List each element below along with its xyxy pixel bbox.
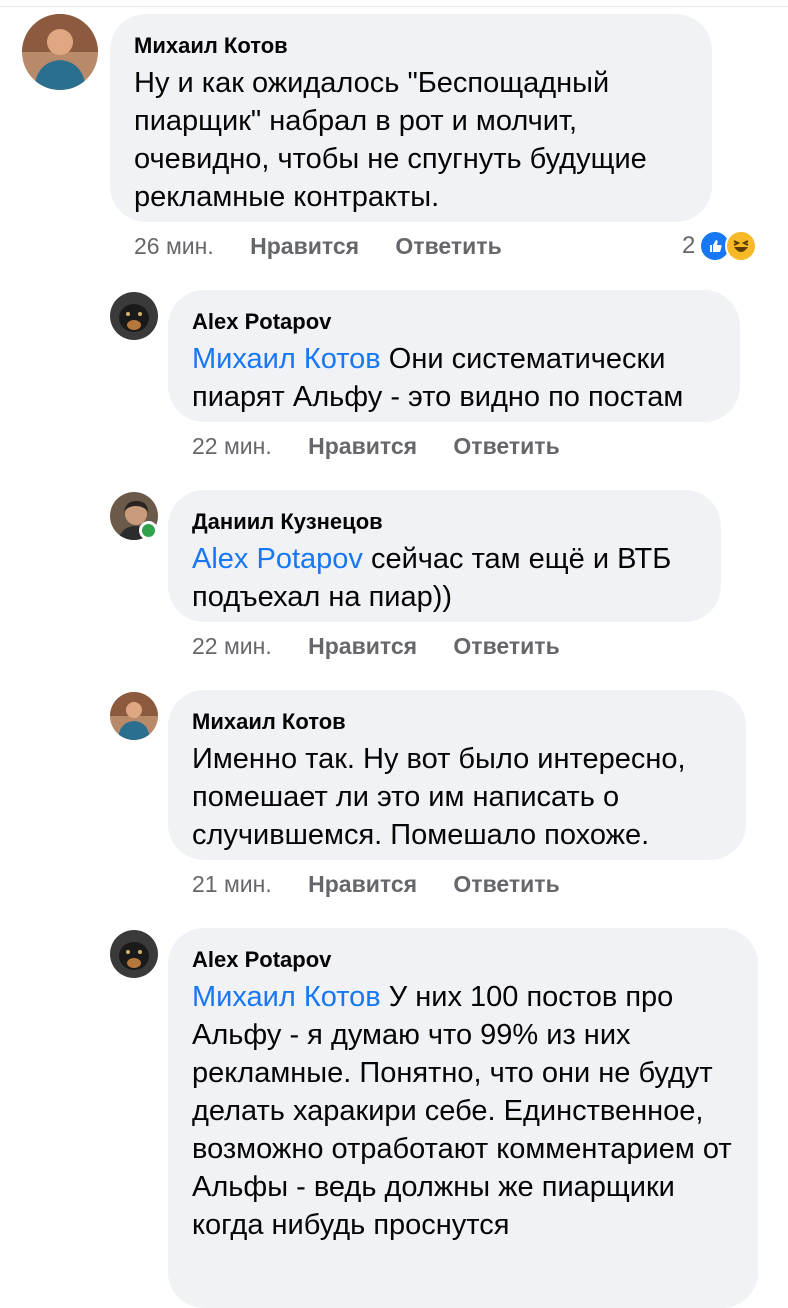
- avatar[interactable]: [110, 692, 158, 740]
- reaction-count: 2: [682, 232, 696, 259]
- divider: [0, 6, 788, 7]
- online-status-indicator: [139, 521, 158, 540]
- comment-author[interactable]: Михаил Котов: [192, 708, 722, 736]
- comment-author[interactable]: Даниил Кузнецов: [192, 508, 697, 536]
- mention-link[interactable]: Михаил Котов: [192, 343, 381, 375]
- avatar[interactable]: [110, 930, 158, 978]
- comment-bubble: Alex Potapov Михаил Котов Они систематич…: [168, 290, 740, 422]
- comment-text: Alex Potapov сейчас там ещё и ВТБ подъех…: [192, 540, 697, 616]
- reply-button[interactable]: Ответить: [453, 633, 559, 660]
- comment-bubble: Даниил Кузнецов Alex Potapov сейчас там …: [168, 490, 721, 622]
- reply-button[interactable]: Ответить: [453, 871, 559, 898]
- reactions-summary[interactable]: 2: [682, 230, 758, 262]
- reply-button[interactable]: Ответить: [453, 433, 559, 460]
- comment-text: Михаил Котов Они систематически пиарят А…: [192, 340, 716, 416]
- comment-text-body: У них 100 постов про Альфу - я думаю что…: [192, 981, 732, 1241]
- mention-link[interactable]: Alex Potapov: [192, 543, 363, 575]
- like-button[interactable]: Нравится: [308, 871, 417, 898]
- avatar-photo: [110, 292, 158, 340]
- comment-actions: 22 мин. Нравится Ответить: [192, 633, 560, 660]
- comment-author[interactable]: Alex Potapov: [192, 308, 716, 336]
- comment-text: Михаил Котов У них 100 постов про Альфу …: [192, 978, 734, 1244]
- like-button[interactable]: Нравится: [308, 633, 417, 660]
- mention-link[interactable]: Михаил Котов: [192, 981, 381, 1013]
- comment-bubble: Михаил Котов Именно так. Ну вот было инт…: [168, 690, 746, 860]
- avatar[interactable]: [110, 292, 158, 340]
- avatar[interactable]: [22, 14, 98, 90]
- reply-button[interactable]: Ответить: [395, 233, 501, 260]
- comment-bubble: Михаил Котов Ну и как ожидалось "Беспоща…: [110, 14, 712, 222]
- avatar-photo: [110, 692, 158, 740]
- comment-text: Ну и как ожидалось "Беспощадный пиарщик"…: [134, 67, 647, 213]
- comment-actions: 21 мин. Нравится Ответить: [192, 871, 560, 898]
- comment-author[interactable]: Михаил Котов: [134, 32, 688, 60]
- comment-time[interactable]: 21 мин.: [192, 871, 272, 898]
- like-button[interactable]: Нравится: [308, 433, 417, 460]
- avatar-photo: [110, 930, 158, 978]
- comment-actions: 22 мин. Нравится Ответить: [192, 433, 560, 460]
- avatar-photo: [22, 14, 98, 90]
- comment-text: Именно так. Ну вот было интересно, помеш…: [192, 743, 686, 851]
- like-button[interactable]: Нравится: [250, 233, 359, 260]
- comment-bubble: Alex Potapov Михаил Котов У них 100 пост…: [168, 928, 758, 1308]
- haha-icon: [725, 230, 758, 262]
- comment-time[interactable]: 26 мин.: [134, 233, 214, 260]
- comment-time[interactable]: 22 мин.: [192, 433, 272, 460]
- comment-actions: 26 мин. Нравится Ответить: [134, 233, 502, 260]
- comment-time[interactable]: 22 мин.: [192, 633, 272, 660]
- comment-author[interactable]: Alex Potapov: [192, 946, 734, 974]
